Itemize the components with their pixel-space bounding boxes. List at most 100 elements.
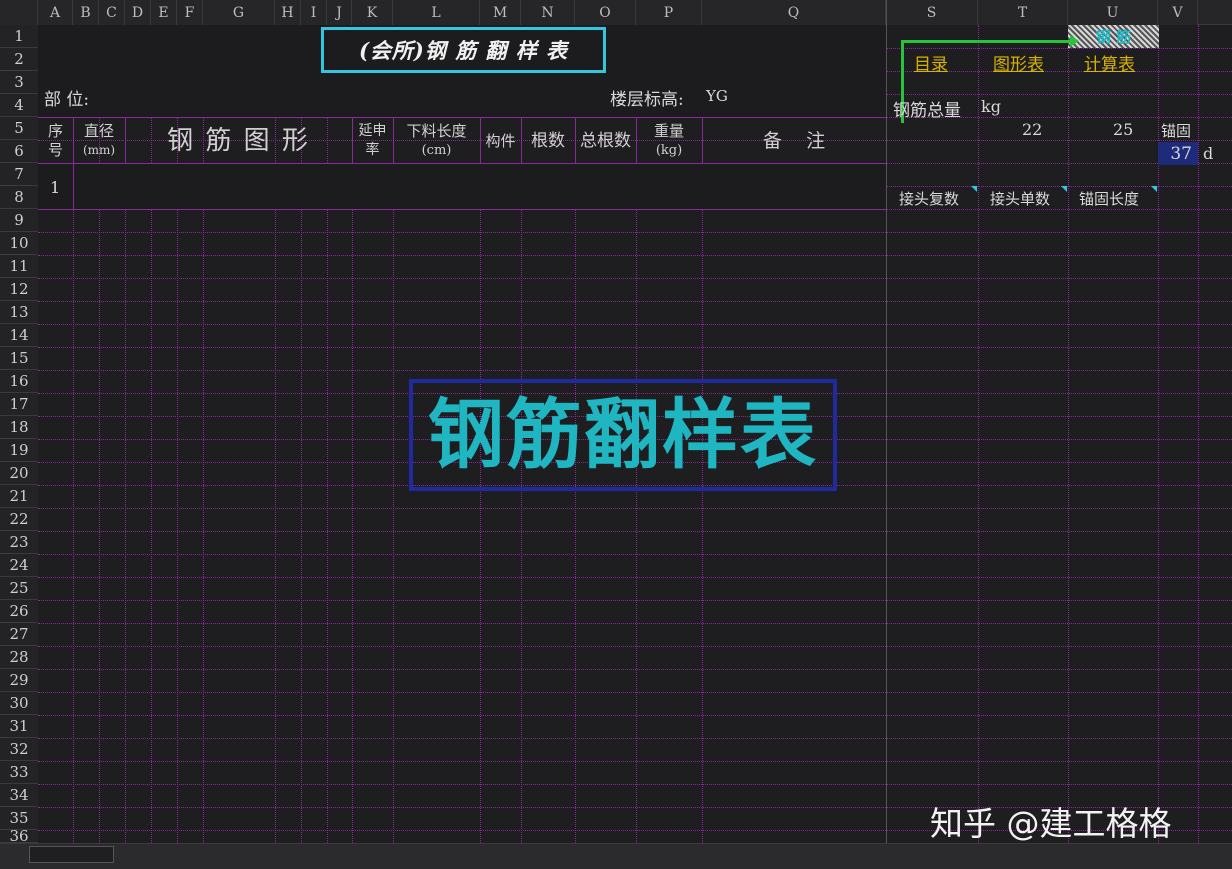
header-seq: 序号 bbox=[47, 122, 63, 159]
column-header-N[interactable]: N bbox=[521, 0, 575, 25]
grid-hline bbox=[38, 715, 1232, 716]
link-calc-table[interactable]: 计算表 bbox=[1084, 50, 1135, 75]
row-header-21[interactable]: 21 bbox=[0, 485, 38, 508]
row-header-29[interactable]: 29 bbox=[0, 669, 38, 692]
comment-indicator-icon[interactable] bbox=[1151, 186, 1157, 192]
row-header-11[interactable]: 11 bbox=[0, 255, 38, 278]
row-header-6[interactable]: 6 bbox=[0, 140, 38, 163]
row-header-16[interactable]: 16 bbox=[0, 370, 38, 393]
column-header-E[interactable]: E bbox=[151, 0, 177, 25]
header-weight: 重量 (kg) bbox=[653, 122, 684, 158]
grid-hline bbox=[38, 301, 1232, 302]
row-header-28[interactable]: 28 bbox=[0, 646, 38, 669]
grid-vline bbox=[1068, 25, 1069, 843]
row-header-30[interactable]: 30 bbox=[0, 692, 38, 715]
column-header-F[interactable]: F bbox=[177, 0, 203, 25]
location-row bbox=[38, 73, 886, 118]
column-header-U[interactable]: U bbox=[1068, 0, 1158, 25]
row-header-24[interactable]: 24 bbox=[0, 554, 38, 577]
row-header-23[interactable]: 23 bbox=[0, 531, 38, 554]
row-header-5[interactable]: 5 bbox=[0, 117, 38, 140]
row-header-26[interactable]: 26 bbox=[0, 600, 38, 623]
column-header-B[interactable]: B bbox=[73, 0, 99, 25]
column-header-A[interactable]: A bbox=[38, 0, 73, 25]
column-header-S[interactable]: S bbox=[886, 0, 978, 25]
row-header-36[interactable]: 36 bbox=[0, 827, 38, 845]
column-header-M[interactable]: M bbox=[480, 0, 521, 25]
anchor-value-cell[interactable]: 37 bbox=[1158, 142, 1198, 165]
column-header-I[interactable]: I bbox=[301, 0, 327, 25]
header-member: 构件 bbox=[485, 131, 516, 150]
side-header-anchor-length[interactable]: 锚固长度 bbox=[1079, 188, 1139, 209]
row-header-15[interactable]: 15 bbox=[0, 347, 38, 370]
value-25[interactable]: 25 bbox=[1113, 120, 1133, 139]
row-seq-1[interactable]: 1 bbox=[50, 178, 60, 197]
row-header-17[interactable]: 17 bbox=[0, 393, 38, 416]
steel-total-label: 钢筋总量 bbox=[893, 101, 961, 121]
row-header-19[interactable]: 19 bbox=[0, 439, 38, 462]
column-header-K[interactable]: K bbox=[352, 0, 393, 25]
row-header-34[interactable]: 34 bbox=[0, 784, 38, 807]
entry-row-1[interactable] bbox=[38, 164, 886, 210]
banner-title: 钢筋翻样表 bbox=[428, 390, 818, 479]
grid-hline bbox=[38, 324, 1232, 325]
column-header-V[interactable]: V bbox=[1158, 0, 1198, 25]
column-header-D[interactable]: D bbox=[125, 0, 151, 25]
grid-hline bbox=[38, 370, 1232, 371]
column-header-P[interactable]: P bbox=[636, 0, 702, 25]
row-header-18[interactable]: 18 bbox=[0, 416, 38, 439]
row-header-4[interactable]: 4 bbox=[0, 94, 38, 117]
location-label: 部 位: bbox=[44, 90, 90, 110]
comment-indicator-icon[interactable] bbox=[1061, 186, 1067, 192]
grid-hline bbox=[38, 278, 1232, 279]
column-header-C[interactable]: C bbox=[99, 0, 125, 25]
grid-hline bbox=[38, 692, 1232, 693]
header-remarks: 备 注 bbox=[762, 129, 826, 152]
row-header-9[interactable]: 9 bbox=[0, 209, 38, 232]
side-header-joint-single[interactable]: 接头单数 bbox=[990, 188, 1050, 209]
spreadsheet[interactable]: ABCDEFGHIJKLMNOPQSTUV 1 2 3 4 5 6 7 8 9 10 11 12 13 1… bbox=[0, 0, 1232, 869]
column-header-Q[interactable]: Q bbox=[702, 0, 886, 25]
link-contents[interactable]: 目录 bbox=[914, 50, 948, 75]
comment-indicator-icon[interactable] bbox=[971, 186, 977, 192]
column-header-L[interactable]: L bbox=[393, 0, 480, 25]
row-header-13[interactable]: 13 bbox=[0, 301, 38, 324]
row-header-12[interactable]: 12 bbox=[0, 278, 38, 301]
row-header-33[interactable]: 33 bbox=[0, 761, 38, 784]
header-cut-length: 下料长度 (cm) bbox=[406, 122, 467, 158]
column-header-O[interactable]: O bbox=[575, 0, 636, 25]
row-header-32[interactable]: 32 bbox=[0, 738, 38, 761]
value-22[interactable]: 22 bbox=[1022, 120, 1042, 139]
row-header-27[interactable]: 27 bbox=[0, 623, 38, 646]
grid-hline bbox=[38, 646, 1232, 647]
grid-hline bbox=[38, 669, 1232, 670]
row-header-8[interactable]: 8 bbox=[0, 186, 38, 209]
column-header-J[interactable]: J bbox=[327, 0, 352, 25]
row-header-10[interactable]: 10 bbox=[0, 232, 38, 255]
side-header-joint-multi[interactable]: 接头复数 bbox=[899, 188, 959, 209]
row-header-20[interactable]: 20 bbox=[0, 462, 38, 485]
grid-hline bbox=[38, 577, 1232, 578]
grid-hline bbox=[38, 738, 1232, 739]
row-header-14[interactable]: 14 bbox=[0, 324, 38, 347]
select-all-corner[interactable] bbox=[0, 0, 38, 25]
column-header-G[interactable]: G bbox=[203, 0, 275, 25]
top-right-cell[interactable]: 钢 筋 bbox=[1068, 25, 1159, 48]
grid-hline bbox=[38, 232, 1232, 233]
grid-vline bbox=[1198, 25, 1199, 843]
row-header-31[interactable]: 31 bbox=[0, 715, 38, 738]
column-header-T[interactable]: T bbox=[978, 0, 1068, 25]
sheet-scroll-box[interactable] bbox=[29, 846, 114, 863]
row-header-22[interactable]: 22 bbox=[0, 508, 38, 531]
floor-height-value[interactable]: YG bbox=[706, 87, 728, 105]
column-header-H[interactable]: H bbox=[275, 0, 301, 25]
row-header-3[interactable]: 3 bbox=[0, 71, 38, 94]
header-total-count: 总根数 bbox=[580, 130, 631, 151]
grid-hline bbox=[38, 531, 1232, 532]
link-shape-table[interactable]: 图形表 bbox=[993, 50, 1044, 75]
row-header-2[interactable]: 2 bbox=[0, 48, 38, 71]
row-header-7[interactable]: 7 bbox=[0, 163, 38, 186]
title-box[interactable]: (会所)钢 筋 翻 样 表 bbox=[321, 27, 606, 73]
row-header-1[interactable]: 1 bbox=[0, 25, 38, 48]
row-header-25[interactable]: 25 bbox=[0, 577, 38, 600]
